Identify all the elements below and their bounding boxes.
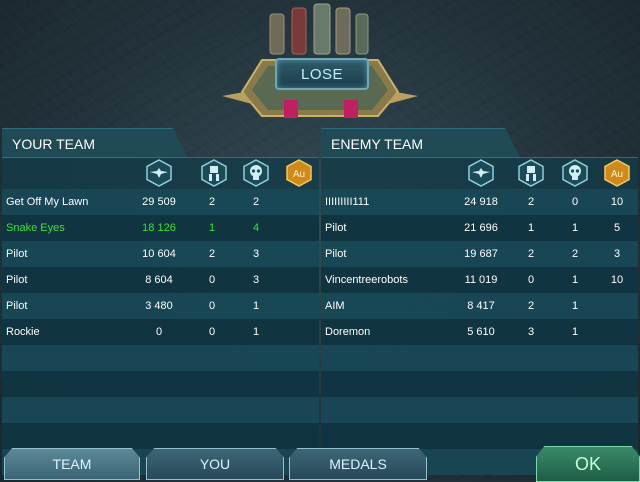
player-name: Pilot	[6, 300, 28, 312]
player-mech-count: 2	[208, 196, 216, 208]
ok-button[interactable]: OK	[536, 446, 640, 482]
winged-insignia-icon	[146, 159, 172, 187]
player-kills: 1	[571, 326, 579, 338]
your-team-tab: YOUR TEAM	[2, 128, 188, 159]
empty-table-row	[2, 371, 319, 397]
enemy-team-table: Au IIIIIIIII111 24 918 2 0 10 Pilot 21 696 1 1 5 P…	[321, 157, 638, 475]
svg-text:Au: Au	[611, 169, 623, 180]
winged-insignia-icon	[468, 159, 494, 187]
player-mech-count: 3	[527, 326, 535, 338]
player-score: 3 480	[145, 300, 173, 312]
you-button[interactable]: YOU	[146, 448, 284, 480]
medals-button[interactable]: MEDALS	[289, 448, 427, 480]
empty-table-row	[321, 345, 638, 371]
skull-icon	[562, 159, 588, 187]
player-score: 29 509	[142, 196, 176, 208]
player-score: 11 019	[464, 274, 498, 286]
player-mech-count: 1	[208, 222, 216, 234]
table-row: AIM 8 417 2 1	[321, 293, 638, 319]
gold-medal-icon: Au	[286, 159, 312, 187]
player-score: 21 696	[464, 222, 498, 234]
player-name: Rockie	[6, 326, 40, 338]
team-button[interactable]: TEAM	[4, 448, 140, 480]
player-kills: 2	[252, 196, 260, 208]
mech-icon	[201, 159, 227, 187]
player-kills: 2	[571, 248, 579, 260]
gold-medal-icon: Au	[604, 159, 630, 187]
enemy-team-rows: IIIIIIIII111 24 918 2 0 10 Pilot 21 696 1 1 5 Pilo…	[321, 189, 638, 475]
skull-icon	[243, 159, 269, 187]
your-team-header: Au	[2, 158, 319, 188]
table-row: Pilot 10 604 2 3	[2, 241, 319, 267]
player-medals: 10	[610, 196, 624, 208]
mech-icon	[518, 159, 544, 187]
empty-table-row	[2, 397, 319, 423]
player-score: 5 610	[467, 326, 495, 338]
your-team-title: YOUR TEAM	[12, 136, 95, 152]
player-score: 0	[155, 326, 163, 338]
player-medals: 5	[613, 222, 621, 234]
table-row: Pilot 3 480 0 1	[2, 293, 319, 319]
player-name: Pilot	[6, 248, 28, 260]
player-score: 8 417	[467, 300, 495, 312]
player-name: Pilot	[6, 274, 28, 286]
empty-table-row	[2, 345, 319, 371]
player-name: Vincentreerobots	[325, 274, 408, 286]
player-score: 19 687	[464, 248, 498, 260]
player-score: 24 918	[464, 196, 498, 208]
player-score: 8 604	[145, 274, 173, 286]
player-kills: 1	[571, 300, 579, 312]
player-mech-count: 0	[208, 326, 216, 338]
enemy-team-panel: ENEMY TEAM Au IIIIIIIII111 24 918 2 0 10 Pilo…	[321, 128, 638, 475]
player-mech-count: 2	[208, 248, 216, 260]
empty-table-row	[321, 371, 638, 397]
player-name: Pilot	[325, 248, 347, 260]
player-mech-count: 2	[527, 196, 535, 208]
table-row: Pilot 21 696 1 1 5	[321, 215, 638, 241]
table-row: Get Off My Lawn 29 509 2 2	[2, 189, 319, 215]
player-name: Pilot	[325, 222, 347, 234]
table-row: IIIIIIIII111 24 918 2 0 10	[321, 189, 638, 215]
player-kills: 1	[571, 274, 579, 286]
player-mech-count: 0	[527, 274, 535, 286]
your-team-panel: YOUR TEAM Au Get Off My Lawn 29 509 2 2 Snak…	[2, 128, 319, 475]
match-result-label: LOSE	[275, 58, 369, 90]
table-row: Pilot 8 604 0 3	[2, 267, 319, 293]
player-mech-count: 2	[527, 248, 535, 260]
enemy-team-tab: ENEMY TEAM	[321, 128, 521, 159]
your-team-rows: Get Off My Lawn 29 509 2 2 Snake Eyes 18 126 1…	[2, 189, 319, 475]
player-kills: 1	[252, 300, 260, 312]
enemy-team-header: Au	[321, 158, 638, 188]
table-row: Doremon 5 610 3 1	[321, 319, 638, 345]
player-mech-count: 0	[208, 274, 216, 286]
empty-table-row	[321, 423, 638, 449]
player-score: 10 604	[142, 248, 176, 260]
svg-text:Au: Au	[293, 169, 305, 180]
table-row: Pilot 19 687 2 2 3	[321, 241, 638, 267]
enemy-team-title: ENEMY TEAM	[331, 136, 424, 152]
table-row: Snake Eyes 18 126 1 4	[2, 215, 319, 241]
player-kills: 1	[252, 326, 260, 338]
player-mech-count: 1	[527, 222, 535, 234]
player-mech-count: 0	[208, 300, 216, 312]
empty-table-row	[2, 423, 319, 449]
player-kills: 0	[571, 196, 579, 208]
player-mech-count: 2	[527, 300, 535, 312]
player-name: Get Off My Lawn	[6, 196, 89, 208]
player-name: IIIIIIIII111	[325, 196, 370, 208]
player-name: Snake Eyes	[6, 222, 65, 234]
player-medals: 10	[610, 274, 624, 286]
player-kills: 4	[252, 222, 260, 234]
player-kills: 1	[571, 222, 579, 234]
table-row: Rockie 0 0 1	[2, 319, 319, 345]
player-name: Doremon	[325, 326, 371, 338]
player-medals: 3	[613, 248, 621, 260]
player-name: AIM	[325, 300, 345, 312]
your-team-table: Au Get Off My Lawn 29 509 2 2 Snake Eyes 18 1…	[2, 157, 319, 475]
table-row: Vincentreerobots 11 019 0 1 10	[321, 267, 638, 293]
player-kills: 3	[252, 274, 260, 286]
player-score: 18 126	[142, 222, 176, 234]
empty-table-row	[321, 397, 638, 423]
player-kills: 3	[252, 248, 260, 260]
